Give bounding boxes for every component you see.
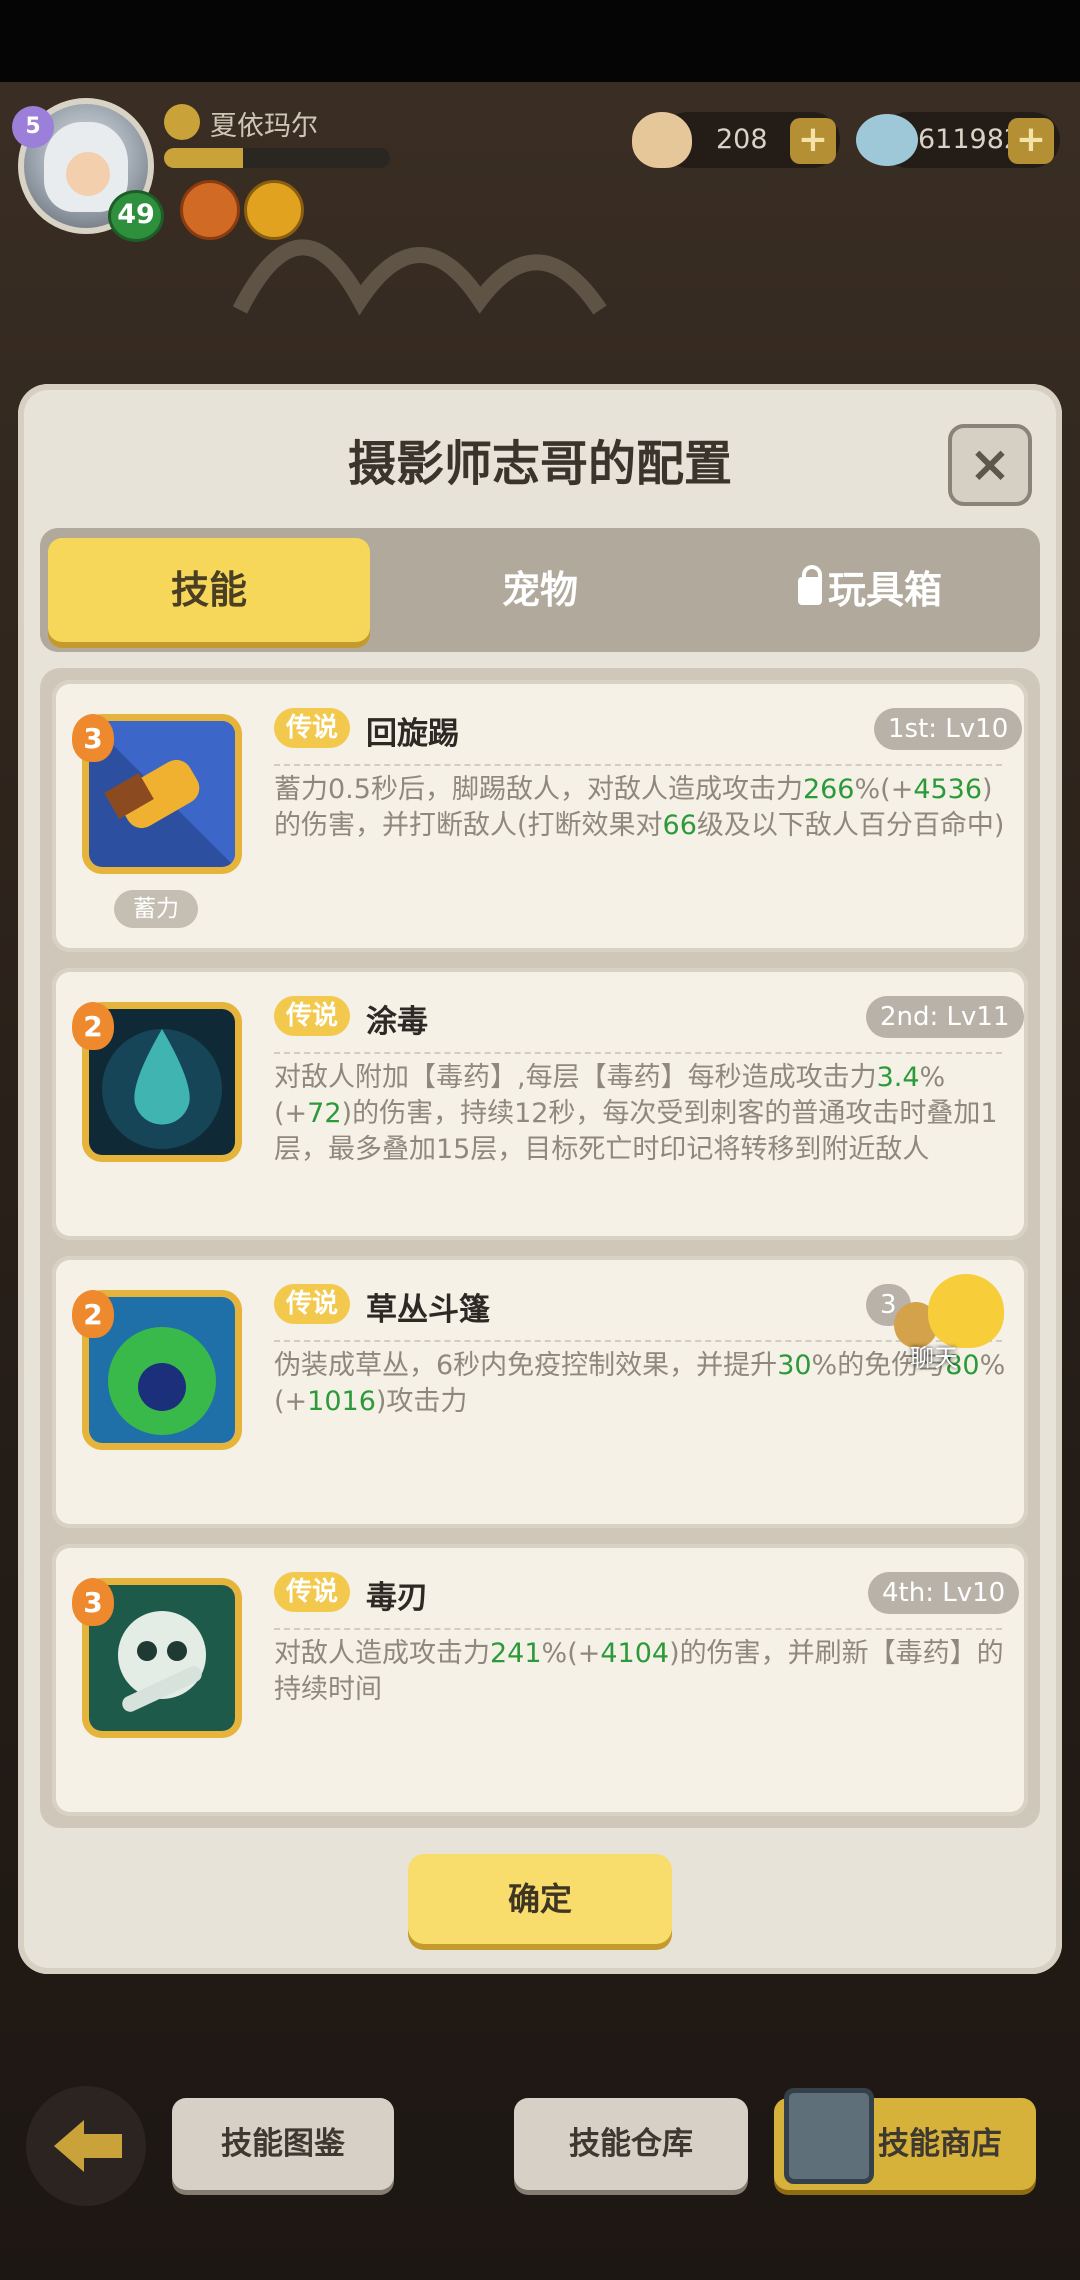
rarity-tag: 传说 (274, 1284, 351, 1324)
confirm-button[interactable]: 确定 (408, 1854, 672, 1944)
skill-name: 草丛斗篷 (366, 1292, 490, 1328)
tab-toybox[interactable]: 玩具箱 (710, 538, 1030, 642)
skill-name: 回旋踢 (366, 716, 459, 752)
vip-icon: 5 (12, 106, 54, 148)
guild-emblem-icon (164, 104, 200, 140)
shell-icon (632, 112, 692, 168)
skill-slot-level: 1st: Lv10 (874, 708, 1023, 750)
experience-bar-fill (164, 148, 244, 168)
achievement-badge-icon[interactable] (180, 180, 240, 240)
modal-title: 摄影师志哥的配置 (347, 436, 732, 492)
gem-icon (856, 114, 918, 166)
skill-rank-badge: 3 (72, 714, 114, 762)
skill-name: 毒刃 (366, 1580, 428, 1616)
skill-rank-badge: 3 (72, 1578, 114, 1626)
close-button[interactable]: × (948, 424, 1032, 506)
back-button[interactable] (26, 2086, 146, 2206)
skill-storage-button[interactable]: 技能仓库 (514, 2098, 748, 2190)
divider (274, 1052, 1002, 1054)
skill-rank-badge: 2 (72, 1002, 114, 1050)
avatar-face (66, 152, 110, 196)
skill-slot-level: 2nd: Lv11 (866, 996, 1024, 1038)
background-decoration (232, 239, 607, 316)
skill-sub-label: 蓄力 (114, 890, 198, 928)
back-arrow-icon (54, 2120, 84, 2172)
gem-count: 611982 (918, 124, 1022, 155)
experience-bar (164, 148, 390, 168)
title-badge-icon[interactable] (244, 180, 304, 240)
divider (274, 764, 1002, 766)
add-shells-button[interactable]: + (790, 118, 836, 164)
divider (274, 1628, 1002, 1630)
skill-rank-badge: 2 (72, 1290, 114, 1338)
tab-skills[interactable]: 技能 (48, 538, 370, 642)
rarity-tag: 传说 (274, 708, 351, 748)
shell-count: 208 (716, 124, 768, 155)
status-bar (0, 0, 1080, 82)
skill-slot-level: 4th: Lv10 (868, 1572, 1020, 1614)
chat-label: 聊天 (910, 1344, 958, 1372)
skill-description: 蓄力0.5秒后，脚踢敌人，对敌人造成攻击力266%(+4536)的伤害，并打断敌… (274, 774, 1005, 841)
chat-button[interactable]: 聊天 (888, 1274, 1008, 1374)
player-name: 夏依玛尔 (210, 111, 318, 142)
rarity-tag: 传说 (274, 1572, 351, 1612)
add-gems-button[interactable]: + (1008, 118, 1054, 164)
skill-description: 对敌人造成攻击力241%(+4104)的伤害，并刷新【毒药】的持续时间 (274, 1638, 1004, 1705)
rarity-tag: 传说 (274, 996, 351, 1036)
lock-icon (797, 565, 822, 605)
skill-shop-icon (784, 2088, 874, 2184)
tab-toybox-label: 玩具箱 (827, 568, 942, 612)
skill-name: 涂毒 (366, 1004, 428, 1040)
back-arrow-icon-bar (82, 2134, 122, 2158)
player-level-badge: 49 (108, 190, 164, 242)
skill-codex-button[interactable]: 技能图鉴 (172, 2098, 394, 2190)
skill-description: 对敌人附加【毒药】,每层【毒药】每秒造成攻击力3.4%(+72)的伤害，持续12… (274, 1062, 998, 1165)
chat-mascot-icon (928, 1274, 1004, 1348)
tab-pets[interactable]: 宠物 (380, 538, 700, 642)
